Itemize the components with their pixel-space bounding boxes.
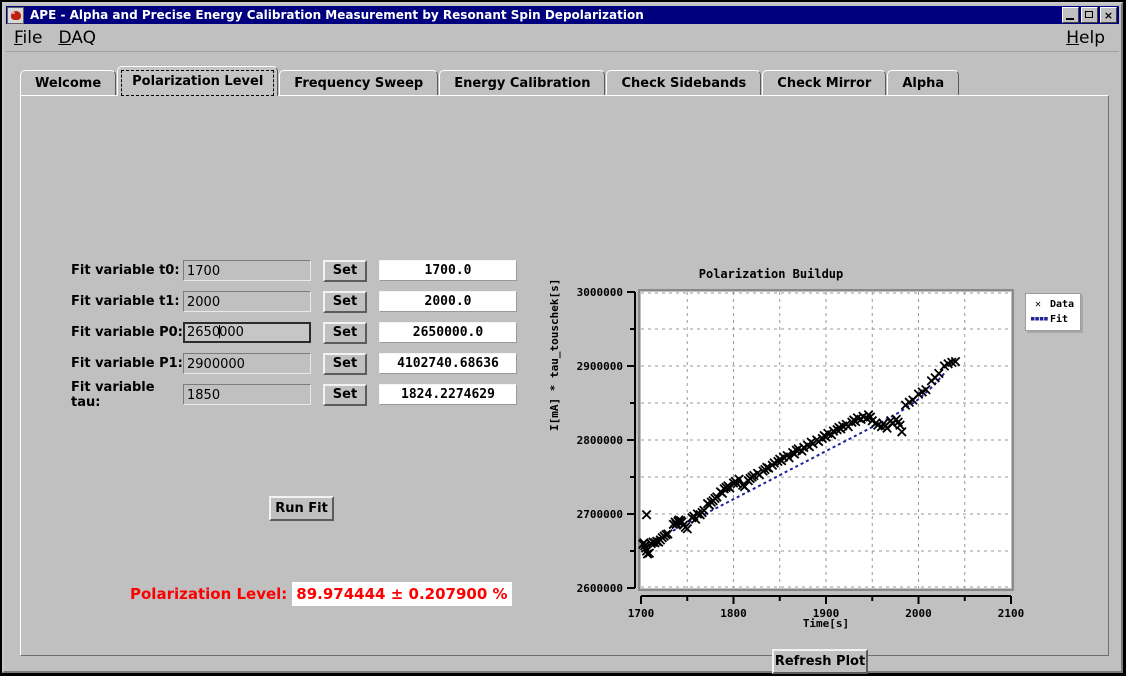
set-button[interactable]: Set (323, 321, 367, 344)
menu-bar: File DAQ Help (6, 25, 1119, 52)
x-axis-tick-label: 1900 (813, 607, 840, 620)
y-axis-tick-label: 3000000 (577, 286, 623, 299)
tab-label: Check Mirror (777, 76, 872, 91)
fit-variable-input[interactable]: 2650000 (183, 322, 311, 343)
dashed-line-icon: ▪▪▪▪ (1030, 314, 1049, 324)
menu-daq-rest: AQ (71, 28, 96, 48)
text-caret (219, 325, 221, 338)
maximize-button[interactable] (1081, 7, 1098, 23)
tab-label: Welcome (35, 76, 102, 91)
set-button[interactable]: Set (323, 290, 367, 313)
x-axis-tick-label: 2000 (905, 607, 932, 620)
legend-item-data: ✕ Data (1030, 297, 1076, 312)
set-button[interactable]: Set (323, 383, 367, 406)
title-bar[interactable]: APE - Alpha and Precise Energy Calibrati… (6, 6, 1119, 24)
tab-bar: Welcome Polarization Level Frequency Sweep… (20, 66, 1109, 96)
fit-variable-input[interactable]: 2900000 (183, 353, 311, 374)
polarization-result: Polarization Level: 89.974444 ± 0.207900… (130, 582, 512, 606)
tab-check-mirror[interactable]: Check Mirror (762, 70, 887, 96)
fit-variable-label: Fit variable P1: (71, 356, 183, 371)
menu-daq[interactable]: DAQ (50, 28, 104, 48)
fit-variable-label: Fit variable t0: (71, 263, 180, 278)
fit-variable-output: 1700.0 (379, 260, 517, 281)
menu-help-rest: elp (1079, 28, 1105, 48)
tab-label: Check Sidebands (621, 76, 747, 91)
menu-file-rest: ile (22, 28, 43, 48)
fit-variable-input[interactable]: 1850 (183, 384, 311, 405)
tab-welcome[interactable]: Welcome (20, 70, 117, 96)
window-inner-frame: APE - Alpha and Precise Energy Calibrati… (2, 2, 1123, 674)
set-button[interactable]: Set (323, 259, 367, 282)
fit-variable-output: 1824.2274629 (379, 384, 517, 405)
tab-label: Frequency Sweep (294, 76, 424, 91)
y-axis-tick-label: 2900000 (577, 360, 623, 373)
fit-variables-form: Fit variable t0: 1700 Set 1700.0 Fit variabl… (71, 259, 517, 414)
application-window: APE - Alpha and Precise Energy Calibrati… (0, 0, 1126, 676)
close-icon: × (1103, 8, 1114, 22)
y-axis-tick-label: 2700000 (577, 508, 623, 521)
tab-label: Energy Calibration (454, 76, 591, 91)
legend-label-data: Data (1050, 299, 1075, 310)
tab-label: Alpha (902, 76, 945, 91)
window-controls: × (1062, 7, 1117, 23)
chart-legend: ✕ Data ▪▪▪▪ Fit (1025, 293, 1081, 331)
fit-variable-row: Fit variable t1: 2000 Set 2000.0 (71, 290, 517, 313)
polarization-buildup-plot: Polarization Buildup I[mA] * tau_tousche… (548, 261, 1111, 630)
legend-item-fit: ▪▪▪▪ Fit (1030, 312, 1076, 327)
fit-variable-row: Fit variable P1: 2900000 Set 4102740.68636 (71, 352, 517, 375)
fit-variable-row: Fit variable tau: 1850 Set 1824.2274629 (71, 380, 517, 410)
x-axis-tick-label: 1800 (720, 607, 747, 620)
app-icon (7, 6, 24, 24)
tab-frequency-sweep[interactable]: Frequency Sweep (279, 70, 439, 96)
refresh-plot-button[interactable]: Refresh Plot (772, 649, 868, 674)
cross-marker-icon: ✕ (1034, 298, 1042, 310)
polarization-level-value: 89.974444 ± 0.207900 % (292, 582, 512, 606)
x-axis-tick-label: 2100 (998, 607, 1025, 620)
menu-help[interactable]: Help (1058, 28, 1113, 48)
fit-variable-row: Fit variable P0: 2650000 Set 2650000.0 (71, 321, 517, 344)
close-button[interactable]: × (1100, 7, 1117, 23)
fit-variable-output: 2650000.0 (379, 322, 517, 343)
tab-alpha[interactable]: Alpha (887, 70, 960, 96)
tab-energy-calibration[interactable]: Energy Calibration (439, 70, 606, 96)
set-button[interactable]: Set (323, 352, 367, 375)
y-axis-tick-label: 2600000 (577, 582, 623, 595)
fit-variable-label: Fit variable P0: (71, 325, 183, 340)
menu-file[interactable]: File (6, 28, 50, 48)
content-area: Welcome Polarization Level Frequency Sweep… (6, 52, 1119, 674)
fit-variable-input[interactable]: 1700 (183, 260, 311, 281)
fit-variable-input[interactable]: 2000 (183, 291, 311, 312)
tab-check-sidebands[interactable]: Check Sidebands (606, 70, 762, 96)
fit-variable-label: Fit variable t1: (71, 294, 180, 309)
minimize-button[interactable] (1062, 7, 1079, 23)
tab-label: Polarization Level (132, 74, 264, 89)
tab-polarization-level[interactable]: Polarization Level (117, 66, 279, 96)
window-title: APE - Alpha and Precise Energy Calibrati… (30, 8, 644, 22)
fit-variable-output: 4102740.68636 (379, 353, 517, 374)
x-axis-tick-label: 1700 (628, 607, 655, 620)
polarization-level-label: Polarization Level: (130, 585, 288, 603)
y-axis-tick-label: 2800000 (577, 434, 623, 447)
fit-variable-row: Fit variable t0: 1700 Set 1700.0 (71, 259, 517, 282)
tab-page-polarization-level: Fit variable t0: 1700 Set 1700.0 Fit variabl… (20, 95, 1111, 674)
fit-variable-label: Fit variable tau: (71, 379, 155, 410)
run-fit-button[interactable]: Run Fit (269, 496, 334, 521)
legend-label-fit: Fit (1050, 314, 1069, 325)
fit-variable-output: 2000.0 (379, 291, 517, 312)
